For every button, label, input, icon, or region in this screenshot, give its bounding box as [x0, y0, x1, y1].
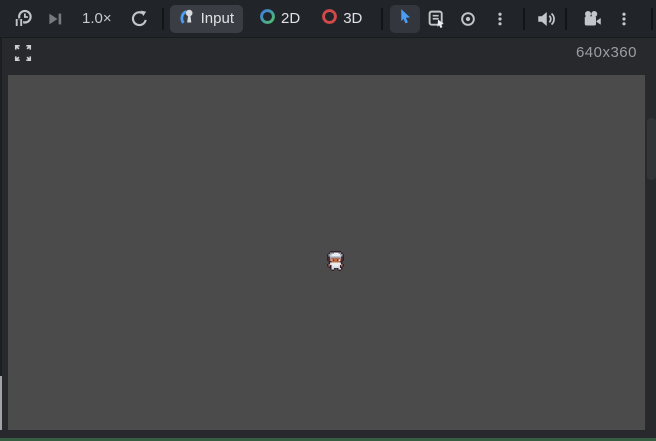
suspend-icon: [13, 9, 33, 29]
restart-icon: [130, 9, 149, 28]
separator: [381, 7, 384, 30]
mode-button-2d[interactable]: 2D: [250, 5, 309, 33]
adjacent-panel-sliver: [0, 376, 2, 430]
game-view-subbar: 640x360: [0, 39, 656, 75]
separator: [565, 7, 568, 30]
separator: [523, 7, 526, 30]
resolution-label: 640x360: [575, 44, 637, 61]
selection-options-menu-button[interactable]: [489, 6, 511, 32]
next-frame-icon: [46, 10, 64, 28]
suspend-button[interactable]: [12, 6, 34, 32]
select-list-icon: [427, 9, 446, 28]
next-frame-button[interactable]: [44, 6, 66, 32]
camera-override-button[interactable]: [579, 6, 605, 32]
joypad-icon: [179, 8, 196, 29]
select-list-button[interactable]: [425, 6, 447, 32]
mode-button-2d-label: 2D: [281, 10, 301, 27]
ellipsis-icon: [616, 10, 632, 28]
focus-icon: [459, 10, 477, 28]
separator: [651, 7, 654, 30]
mode-button-input[interactable]: Input: [169, 4, 243, 33]
player-sprite: [327, 251, 344, 271]
ellipsis-icon: [492, 10, 508, 28]
speaker-icon: [536, 9, 556, 29]
ring-3d-icon: [321, 8, 338, 29]
game-viewport[interactable]: [8, 75, 645, 430]
ring-2d-icon: [259, 8, 276, 29]
separator: [161, 7, 164, 30]
select-cursor-icon: [397, 8, 414, 30]
mode-button-3d[interactable]: 3D: [312, 5, 371, 33]
panel-left-edge: [0, 38, 2, 376]
focus-button[interactable]: [457, 6, 479, 32]
mode-button-3d-label: 3D: [343, 10, 363, 27]
camera-options-menu-button[interactable]: [613, 6, 635, 32]
select-mode-button[interactable]: [390, 4, 421, 33]
speed-scale[interactable]: 1.0×: [82, 10, 112, 27]
mode-button-input-label: Input: [200, 10, 234, 27]
restart-button[interactable]: [129, 6, 151, 32]
embed-expand-button[interactable]: [13, 43, 33, 63]
camera-icon: [582, 9, 602, 29]
scrollbar-thumb[interactable]: [647, 118, 656, 180]
game-toolbar: 1.0× Input 2D 3D: [0, 0, 656, 38]
mute-audio-button[interactable]: [533, 6, 559, 32]
expand-icon: [13, 44, 33, 67]
